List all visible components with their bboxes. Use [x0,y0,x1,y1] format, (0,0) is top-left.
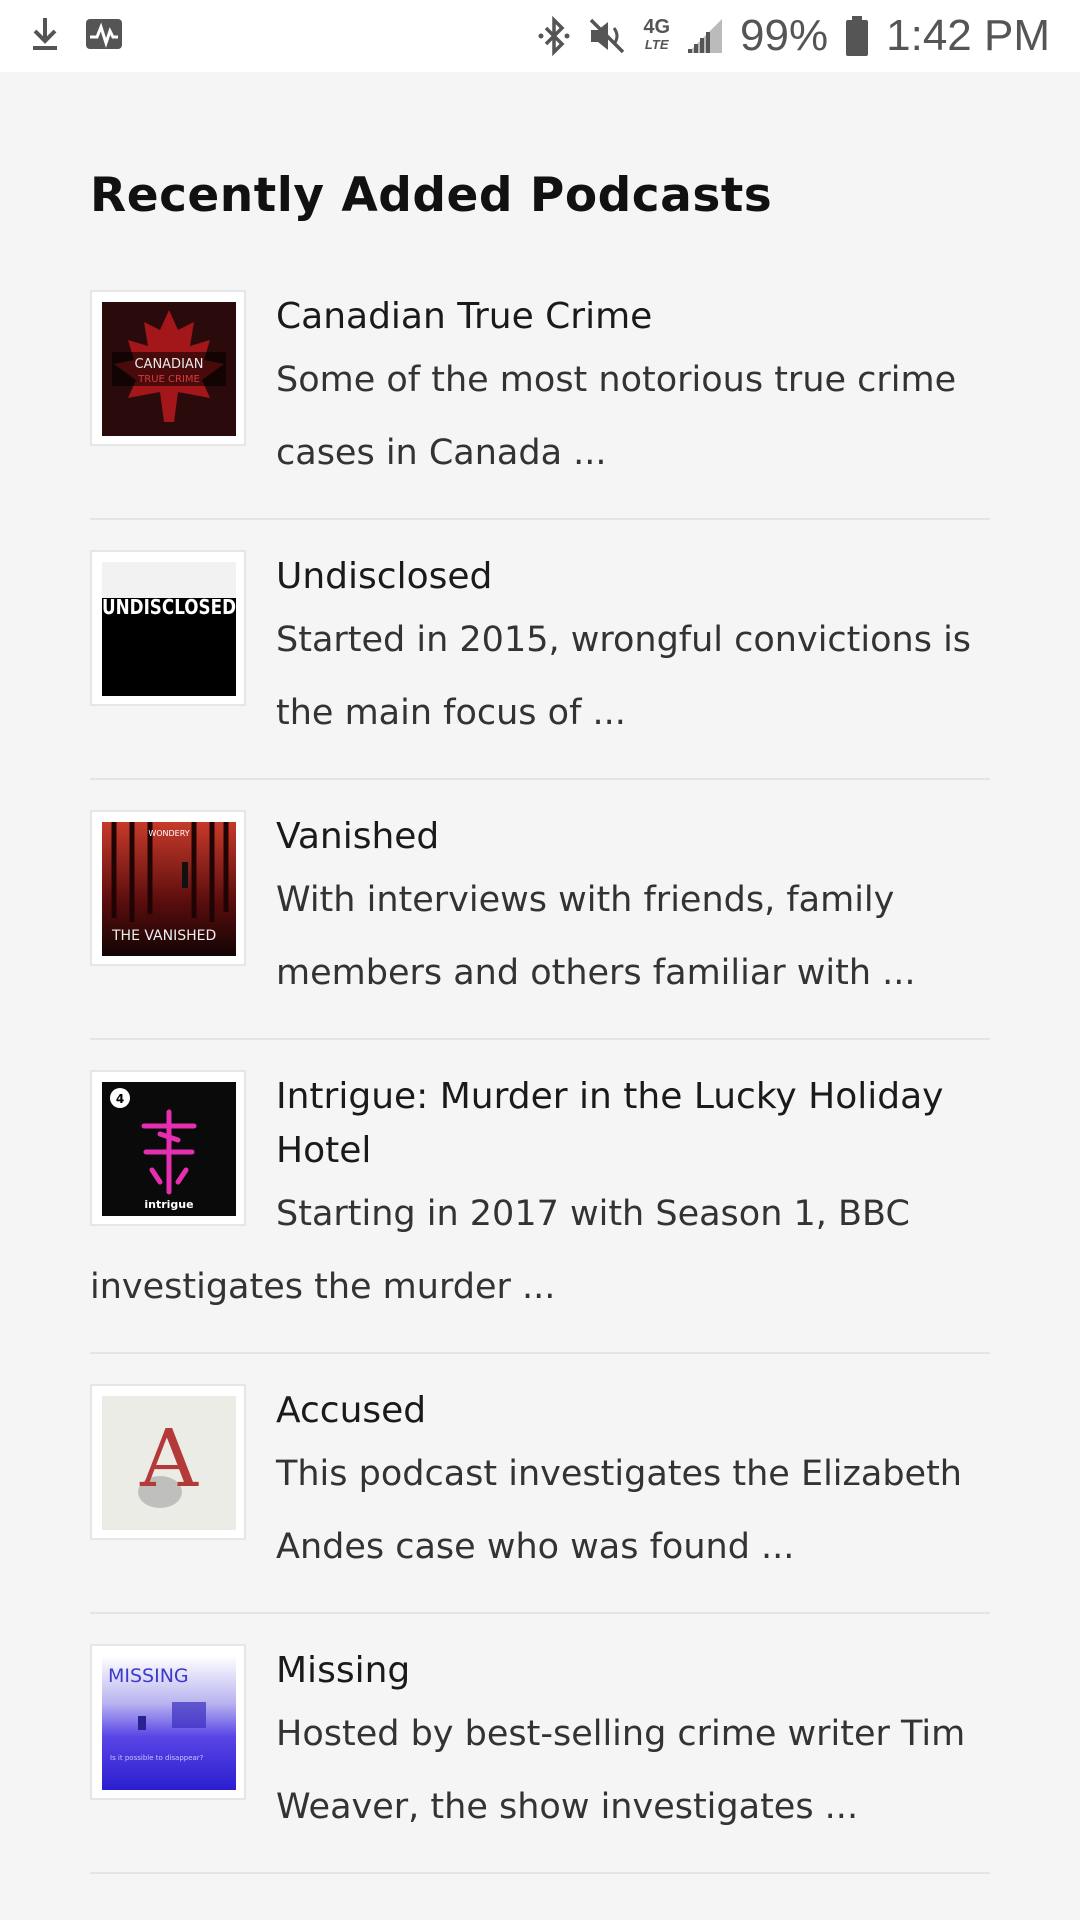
page-title: Recently Added Podcasts [90,168,773,223]
podcast-artwork[interactable]: WONDERY THE VANISHED [90,810,246,966]
accused-artwork: A [102,1396,236,1530]
artwork-subtitle: TRUE CRIME [137,374,200,385]
intrigue-artwork: 4 intrigue [102,1082,236,1216]
activity-icon [86,19,122,49]
vanished-artwork: WONDERY THE VANISHED [102,822,236,956]
artwork-network: WONDERY [148,829,189,838]
artwork-title: UNDISCLOSED [102,595,236,619]
artwork-title: intrigue [144,1198,193,1211]
artwork-subtitle: Is it possible to disappear? [110,1754,204,1762]
battery-percent: 99% [740,11,829,60]
battery-icon [846,16,869,56]
undisclosed-artwork: UNDISCLOSED [102,562,236,696]
clock: 1:42 PM [886,11,1050,60]
download-icon [33,18,57,50]
list-item[interactable]: 4 intrigue Intrigue: Murder in the Lucky… [90,1070,990,1354]
bluetooth-icon [538,16,570,56]
list-item[interactable]: WONDERY THE VANISHED Vanished With inter… [90,810,990,1040]
signal-icon [688,19,723,53]
podcast-artwork[interactable]: 4 intrigue [90,1070,246,1226]
podcast-artwork[interactable]: MISSING Is it possible to disappear? [90,1644,246,1800]
list-item[interactable]: MISSING Is it possible to disappear? Mis… [90,1644,990,1874]
artwork-title: CANADIAN [134,357,203,372]
list-item[interactable]: A Accused This podcast investigates the … [90,1384,990,1614]
list-item[interactable]: UNDISCLOSED Undisclosed Started in 2015,… [90,550,990,780]
podcast-artwork[interactable]: UNDISCLOSED [90,550,246,706]
artwork-title: MISSING [108,1665,189,1687]
mute-icon [590,18,625,54]
artwork-title: A [139,1412,199,1505]
podcast-artwork[interactable]: A [90,1384,246,1540]
artwork-channel: 4 [116,1092,124,1106]
missing-artwork: MISSING Is it possible to disappear? [102,1656,236,1790]
network-type: 4G LTE [643,16,671,52]
status-bar: 4G LTE 99% 1:42 PM [0,0,1080,72]
podcast-list: CANADIAN TRUE CRIME Canadian True Crime … [90,290,990,1904]
podcast-artwork[interactable]: CANADIAN TRUE CRIME [90,290,246,446]
artwork-title: THE VANISHED [111,928,216,944]
list-item[interactable]: CANADIAN TRUE CRIME Canadian True Crime … [90,290,990,520]
canadian-true-crime-artwork: CANADIAN TRUE CRIME [102,302,236,436]
